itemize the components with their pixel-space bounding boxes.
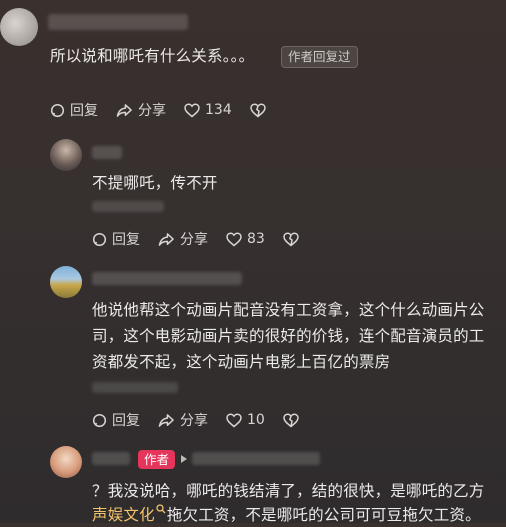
share-icon bbox=[158, 232, 174, 246]
reply-icon bbox=[92, 413, 107, 427]
share-icon bbox=[158, 413, 174, 427]
dislike-button[interactable] bbox=[283, 412, 299, 428]
share-button[interactable]: 分享 bbox=[158, 229, 208, 249]
timestamp-redacted bbox=[92, 382, 178, 393]
comment-text-line-2: 声娱文化 拖欠工资，不是哪吒的公司可可豆拖欠工资。 bbox=[92, 503, 481, 527]
reply-target-redacted bbox=[192, 452, 320, 465]
comment-text: 所以说和哪吒有什么关系。。。 bbox=[50, 47, 255, 65]
heart-icon bbox=[226, 412, 242, 427]
comment-text-line-3: 资都发不起，这个动画片电影上百亿的票房 bbox=[92, 353, 391, 371]
reply-button[interactable]: 回复 bbox=[50, 100, 98, 120]
reply-button[interactable]: 回复 bbox=[92, 410, 140, 430]
like-button[interactable]: 83 bbox=[226, 231, 265, 247]
username-redacted bbox=[92, 146, 122, 159]
like-count: 134 bbox=[205, 102, 232, 118]
avatar[interactable] bbox=[0, 8, 38, 46]
dislike-button[interactable] bbox=[249, 102, 266, 118]
heart-icon bbox=[226, 231, 242, 246]
comment-text-rest: 拖欠工资，不是哪吒的公司可可豆拖欠工资。 bbox=[166, 506, 481, 524]
action-row: 回复 分享 134 bbox=[50, 100, 284, 120]
company-link[interactable]: 声娱文化 bbox=[92, 506, 155, 524]
comment-text-line-2: 司，这个电影动画片卖的很好的价钱，连个配音演员的工 bbox=[92, 327, 485, 345]
username-redacted bbox=[92, 452, 130, 465]
share-label: 分享 bbox=[180, 232, 208, 248]
reply-icon bbox=[92, 232, 107, 246]
reply-icon bbox=[50, 103, 65, 117]
reply-label: 回复 bbox=[70, 103, 98, 119]
avatar[interactable] bbox=[50, 139, 82, 171]
username-redacted bbox=[48, 14, 188, 30]
share-button[interactable]: 分享 bbox=[116, 100, 166, 120]
heart-icon bbox=[184, 102, 200, 117]
like-button[interactable]: 10 bbox=[226, 412, 265, 428]
reply-label: 回复 bbox=[112, 413, 140, 429]
share-icon bbox=[116, 103, 132, 117]
reply-arrow-icon bbox=[181, 455, 187, 463]
author-badge: 作者 bbox=[138, 450, 176, 469]
action-row: 回复 分享 10 bbox=[92, 410, 317, 430]
broken-heart-icon bbox=[283, 412, 299, 427]
dislike-button[interactable] bbox=[283, 231, 299, 247]
reply-label: 回复 bbox=[112, 232, 140, 248]
search-icon[interactable] bbox=[156, 504, 166, 514]
share-button[interactable]: 分享 bbox=[158, 410, 208, 430]
username-redacted bbox=[92, 272, 242, 285]
like-count: 10 bbox=[247, 412, 265, 428]
broken-heart-icon bbox=[249, 102, 266, 117]
comment-text-line-1: 他说他帮这个动画片配音没有工资拿，这个什么动画片公 bbox=[92, 301, 485, 319]
author-replied-badge: 作者回复过 bbox=[281, 46, 358, 68]
reply-button[interactable]: 回复 bbox=[92, 229, 140, 249]
broken-heart-icon bbox=[283, 231, 299, 246]
avatar[interactable] bbox=[50, 446, 82, 478]
share-label: 分享 bbox=[138, 103, 166, 119]
like-count: 83 bbox=[247, 231, 265, 247]
action-row: 回复 分享 83 bbox=[92, 229, 317, 249]
like-button[interactable]: 134 bbox=[184, 102, 232, 118]
comment-text: 不提哪吒，传不开 bbox=[92, 174, 218, 192]
comment-text-line-1: ？我没说哈，哪吒的钱结清了，结的很快，是哪吒的乙方 bbox=[92, 482, 485, 500]
share-label: 分享 bbox=[180, 413, 208, 429]
avatar[interactable] bbox=[50, 266, 82, 298]
timestamp-redacted bbox=[92, 201, 164, 212]
